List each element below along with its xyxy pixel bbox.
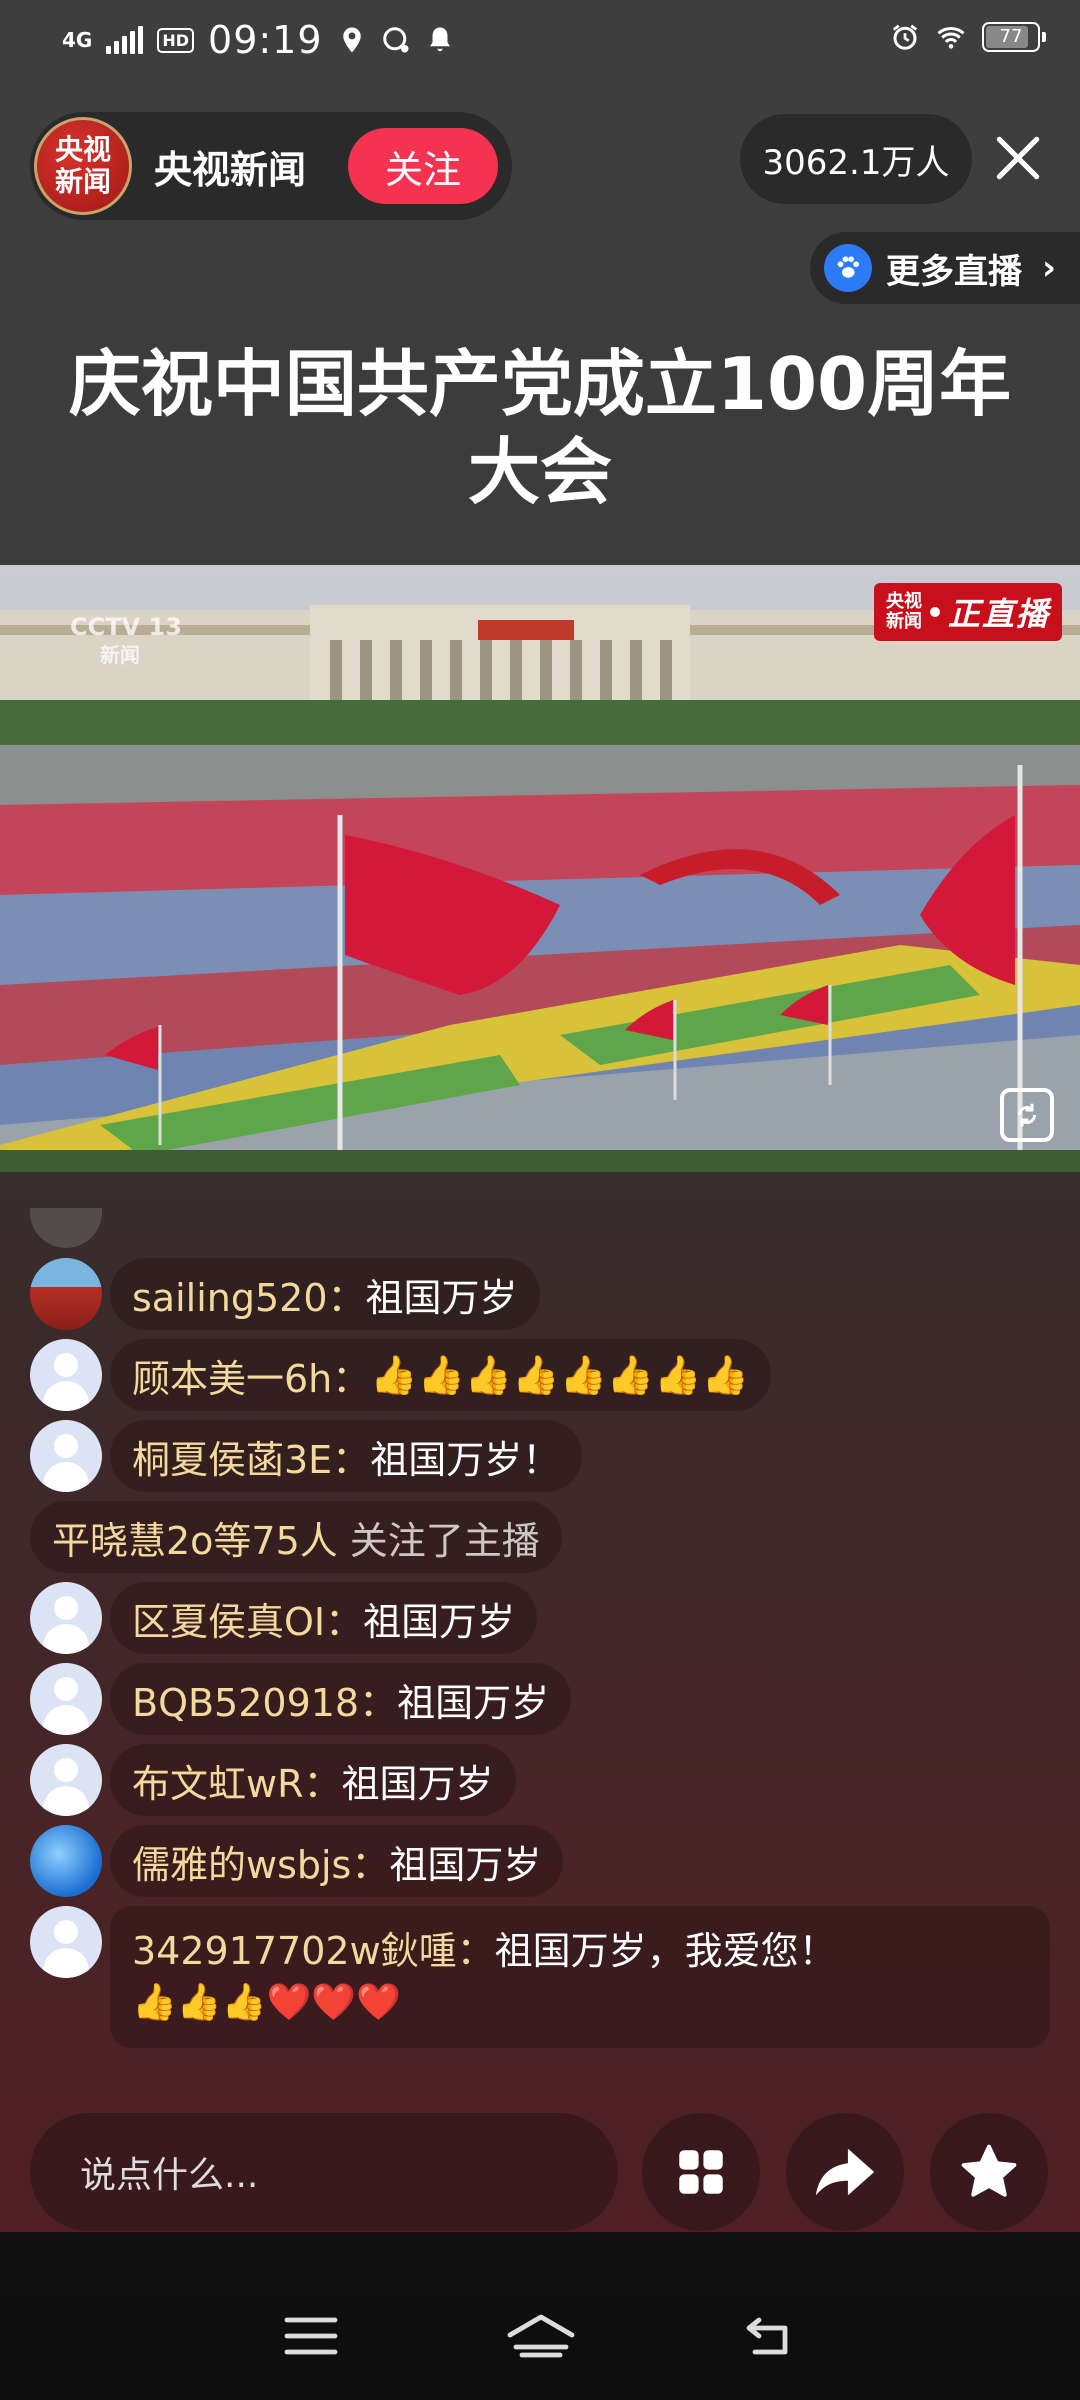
avatar[interactable] — [30, 1906, 102, 1978]
comment-bubble: 平晓慧2o等75人 关注了主播 — [30, 1501, 562, 1573]
more-live-label: 更多直播 — [886, 251, 1022, 292]
close-icon[interactable] — [990, 130, 1046, 186]
avatar[interactable] — [30, 1258, 102, 1330]
back-icon[interactable] — [743, 2314, 797, 2358]
comment-username[interactable]: 儒雅的wsbjs： — [132, 1834, 389, 1889]
list-item — [30, 1208, 1060, 1248]
comment-bubble: 区夏侯真OI： 祖国万岁 — [110, 1582, 538, 1654]
avatar[interactable] — [30, 1825, 102, 1897]
battery-icon: 77 — [982, 22, 1046, 52]
system-nav-bar — [0, 2272, 1080, 2400]
cctv-watermark: CCTV 13 新闻 — [70, 613, 182, 667]
comment-text: 祖国万岁，我爱您！ — [494, 1929, 837, 1973]
notice-text: 关注了主播 — [349, 1518, 540, 1563]
comment-username[interactable]: 布文虹wR： — [132, 1753, 341, 1808]
alarm-icon — [892, 24, 918, 50]
list-item[interactable]: 342917702w鈥喠： 祖国万岁，我爱您！ 👍👍👍❤️❤️❤️ — [30, 1906, 1060, 2048]
home-icon[interactable] — [504, 2311, 578, 2361]
avatar — [30, 1208, 102, 1248]
avatar[interactable] — [30, 1339, 102, 1411]
comment-bubble: 342917702w鈥喠： 祖国万岁，我爱您！ 👍👍👍❤️❤️❤️ — [110, 1906, 1050, 2048]
live-badge: 央视 新闻 正直播 — [873, 583, 1062, 641]
share-button[interactable] — [786, 2113, 904, 2231]
status-bar: 4G HD 09:19 77 — [0, 0, 1080, 86]
location-icon — [342, 27, 361, 53]
list-item[interactable]: 儒雅的wsbjs： 祖国万岁 — [30, 1825, 1060, 1897]
comment-list[interactable]: sailing520： 祖国万岁 顾本美一6h： 👍👍👍👍👍👍👍👍 桐夏侯菡3E… — [30, 1208, 1060, 2068]
favorite-button[interactable] — [930, 2113, 1048, 2231]
chevron-right-icon: › — [1042, 248, 1057, 288]
comment-username[interactable]: 区夏侯真OI： — [132, 1591, 363, 1646]
list-item[interactable]: sailing520： 祖国万岁 — [30, 1258, 1060, 1330]
menu-icon[interactable] — [283, 2314, 339, 2358]
comment-bubble: BQB520918： 祖国万岁 — [110, 1663, 572, 1735]
chat-bubble-icon — [382, 27, 409, 53]
notification-bell-icon — [429, 27, 450, 52]
rotate-screen-icon[interactable] — [1000, 1088, 1054, 1142]
notice-username[interactable]: 平晓慧2o等75人 — [52, 1510, 338, 1565]
avatar[interactable] — [30, 1744, 102, 1816]
list-item[interactable]: 桐夏侯菡3E： 祖国万岁！ — [30, 1420, 1060, 1492]
comment-text: 祖国万岁 — [363, 1599, 516, 1644]
host-info[interactable]: 央视 新闻 央视新闻 关注 — [30, 112, 512, 220]
comment-input[interactable]: 说点什么... — [30, 2113, 618, 2231]
comment-text: 祖国万岁 — [397, 1680, 550, 1725]
hd-badge: HD — [157, 27, 195, 53]
more-live-button[interactable]: 更多直播 › — [810, 232, 1080, 304]
comment-bubble: 顾本美一6h： 👍👍👍👍👍👍👍👍 — [110, 1339, 771, 1411]
comment-text: 祖国万岁 — [389, 1842, 542, 1887]
list-item[interactable]: 顾本美一6h： 👍👍👍👍👍👍👍👍 — [30, 1339, 1060, 1411]
emoji-row: 👍👍👍❤️❤️❤️ — [132, 1982, 401, 2023]
comment-text: 祖国万岁 — [365, 1275, 518, 1320]
video-player[interactable]: CCTV 13 新闻 央视 新闻 正直播 — [0, 565, 1080, 1172]
grid-icon — [679, 2150, 723, 2194]
follow-button[interactable]: 关注 — [348, 128, 498, 204]
comment-text: 祖国万岁 — [341, 1761, 494, 1806]
share-icon — [815, 2148, 875, 2196]
star-icon — [961, 2144, 1017, 2197]
wifi-icon — [937, 26, 965, 49]
comment-bubble: 布文虹wR： 祖国万岁 — [110, 1744, 516, 1816]
comment-username[interactable]: BQB520918： — [132, 1672, 397, 1727]
comment-text: 祖国万岁！ — [370, 1437, 561, 1482]
paw-icon — [824, 244, 872, 292]
more-features-button[interactable] — [642, 2113, 760, 2231]
list-item[interactable]: 布文虹wR： 祖国万岁 — [30, 1744, 1060, 1816]
host-avatar[interactable]: 央视 新闻 — [34, 117, 132, 215]
avatar[interactable] — [30, 1582, 102, 1654]
live-dot-icon — [929, 607, 940, 617]
avatar[interactable] — [30, 1663, 102, 1735]
network-indicator: 4G — [62, 28, 93, 52]
stream-title: 庆祝中国共产党成立100周年大会 — [68, 342, 1012, 514]
list-item[interactable]: BQB520918： 祖国万岁 — [30, 1663, 1060, 1735]
viewer-count[interactable]: 3062.1万人 — [740, 114, 972, 204]
comment-username[interactable]: 342917702w鈥喠： — [132, 1925, 495, 1977]
comment-username[interactable]: 桐夏侯菡3E： — [132, 1429, 370, 1484]
comment-bubble: sailing520： 祖国万岁 — [110, 1258, 540, 1330]
comment-text: 👍👍👍👍👍👍👍👍 — [370, 1352, 749, 1397]
comment-bubble: 儒雅的wsbjs： 祖国万岁 — [110, 1825, 564, 1897]
host-name: 央视新闻 — [154, 147, 307, 192]
clock: 09:19 — [208, 18, 323, 62]
follow-notice: 平晓慧2o等75人 关注了主播 — [30, 1501, 1060, 1573]
list-item[interactable]: 区夏侯真OI： 祖国万岁 — [30, 1582, 1060, 1654]
comment-username[interactable]: sailing520： — [132, 1267, 366, 1322]
avatar[interactable] — [30, 1420, 102, 1492]
comment-bubble: 桐夏侯菡3E： 祖国万岁！ — [110, 1420, 583, 1492]
comment-username[interactable]: 顾本美一6h： — [132, 1348, 370, 1403]
signal-icon — [106, 26, 144, 54]
